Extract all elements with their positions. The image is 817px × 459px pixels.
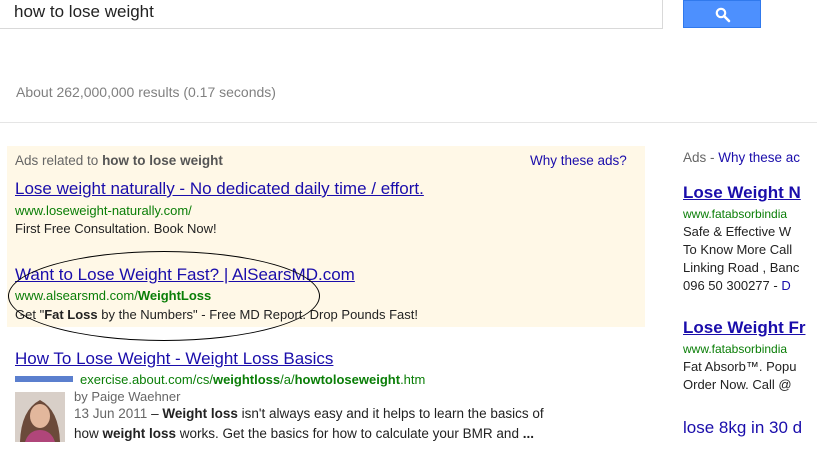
thumbnail-rating-bar [15, 376, 73, 382]
url-bold: howtoloseweight [294, 372, 401, 387]
ad-url: www.loseweight-naturally.com/ [15, 203, 192, 218]
snippet-text: how [74, 426, 103, 441]
right-ad-desc-line: Order Now. Call @ [683, 377, 792, 392]
snippet-separator: – [147, 406, 163, 421]
right-ads-label: Ads - [683, 150, 719, 165]
ad-title-link[interactable]: Lose weight naturally - No dedicated dai… [15, 179, 424, 199]
url-bold: weightloss [212, 372, 281, 387]
search-query-text[interactable]: how to lose weight [14, 2, 154, 22]
search-icon [715, 7, 731, 23]
result-url: exercise.about.com/cs/weightloss/a/howto… [80, 372, 425, 387]
right-ads-heading: Ads - Why these ac [683, 150, 800, 165]
right-ad-phone: 096 50 300277 - [683, 278, 782, 293]
right-ad-desc-line: Safe & Effective W [683, 224, 792, 239]
ads-heading: Ads related to how to lose weight [15, 153, 223, 168]
right-ad-url: www.fatabsorbindia [683, 207, 788, 221]
right-ad-title-link[interactable]: lose 8kg in 30 d [683, 418, 802, 438]
right-ad-desc-line: To Know More Call [683, 242, 793, 257]
right-ad-title-link[interactable]: Lose Weight Fr [683, 318, 805, 338]
url-part: .htm [400, 372, 426, 387]
result-snippet-line: 13 Jun 2011 – Weight loss isn't always e… [74, 406, 544, 421]
result-title-link[interactable]: How To Lose Weight - Weight Loss Basics [15, 349, 333, 369]
snippet-ellipsis: ... [522, 426, 534, 441]
snippet-text: isn't always easy and it helps to learn … [237, 406, 544, 421]
right-ad-title-link[interactable]: Lose Weight N [683, 183, 801, 203]
why-these-ads-link[interactable]: Why these ads? [530, 153, 627, 168]
ads-heading-query: how to lose weight [102, 153, 223, 168]
right-ad-directions-link[interactable]: D [781, 278, 790, 293]
result-stats: About 262,000,000 results (0.17 seconds) [16, 84, 276, 100]
result-snippet-line: how weight loss works. Get the basics fo… [74, 426, 534, 441]
ads-heading-prefix: Ads related to [15, 153, 103, 168]
author-photo[interactable] [15, 392, 65, 442]
header-divider [0, 122, 817, 123]
right-why-these-ads-link[interactable]: Why these ac [718, 150, 800, 165]
result-date: 13 Jun 2011 [74, 406, 148, 421]
snippet-bold: Weight loss [162, 406, 238, 421]
result-author: by Paige Waehner [74, 389, 181, 404]
right-ad-desc-line: 096 50 300277 - D [683, 278, 791, 293]
url-part: exercise.about.com/cs/ [80, 372, 213, 387]
ad-description: First Free Consultation. Book Now! [15, 221, 217, 236]
hand-drawn-ellipse-annotation [8, 251, 320, 341]
right-ad-desc-line: Fat Absorb™. Popu [683, 359, 797, 374]
author-photo-image [15, 392, 65, 442]
snippet-bold: weight loss [102, 426, 177, 441]
url-part: /a/ [280, 372, 295, 387]
snippet-text: works. Get the basics for how to calcula… [176, 426, 523, 441]
right-ad-desc-line: Linking Road , Banc [683, 260, 800, 275]
search-button[interactable] [683, 0, 761, 28]
right-ad-url: www.fatabsorbindia [683, 342, 788, 356]
